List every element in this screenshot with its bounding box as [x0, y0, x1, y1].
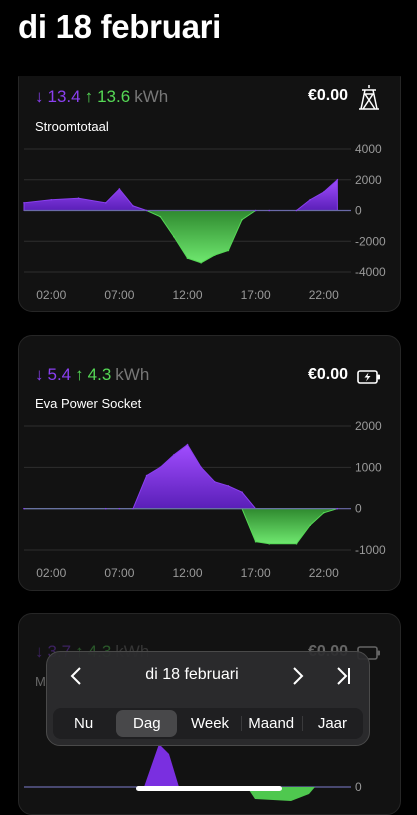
x-tick-label: 07:00 — [104, 566, 134, 580]
data-point — [309, 524, 311, 526]
data-point — [241, 491, 243, 493]
x-tick-label: 22:00 — [309, 566, 339, 580]
data-point — [145, 474, 148, 477]
jump-to-today-button[interactable] — [329, 652, 359, 700]
data-point — [254, 209, 257, 212]
data-point — [213, 481, 216, 483]
data-point — [132, 205, 134, 207]
y-tick-label: 0 — [355, 780, 362, 794]
segment-maand[interactable]: Maand — [240, 708, 302, 739]
data-point — [254, 540, 257, 543]
page-title: di 18 februari — [18, 8, 222, 45]
x-tick-label: 02:00 — [36, 288, 66, 302]
data-point — [322, 512, 325, 514]
skip-to-end-icon — [337, 667, 350, 685]
energy-card-total[interactable]: ↓ 13.4 ↑ 13.6 kWh €0.00 Stroomtotaal 400… — [18, 76, 401, 312]
data-point — [186, 443, 189, 446]
data-point — [173, 454, 175, 456]
chevron-right-icon — [293, 667, 304, 685]
segment-week[interactable]: Week — [179, 708, 240, 739]
data-point — [173, 235, 175, 238]
import-area — [144, 744, 179, 787]
x-tick-label: 12:00 — [172, 566, 202, 580]
picker-date-label[interactable]: di 18 februari — [107, 666, 277, 684]
y-tick-label: 1000 — [355, 460, 382, 474]
chevron-left-icon — [70, 667, 81, 685]
x-tick-label: 17:00 — [241, 566, 271, 580]
data-point — [336, 507, 339, 510]
data-point — [145, 209, 148, 212]
period-segmented-control: Nu Dag Week Maand Jaar — [53, 708, 363, 739]
data-point — [227, 485, 230, 487]
data-point — [186, 257, 189, 259]
data-point — [23, 507, 25, 510]
energy-chart: 4000 2000 0 -2000 -4000 02:00 07:00 12:00 17:00 2… — [23, 142, 386, 302]
data-point — [118, 507, 121, 510]
x-tick-label: 17:00 — [241, 288, 271, 302]
data-point — [295, 543, 298, 545]
data-point — [322, 191, 325, 193]
data-point — [336, 178, 339, 181]
x-tick-label: 12:00 — [172, 288, 202, 302]
y-tick-label: 2000 — [355, 419, 382, 433]
data-point — [77, 197, 80, 199]
data-point — [23, 202, 25, 204]
data-point — [50, 198, 53, 201]
data-point — [104, 202, 107, 204]
data-point — [200, 261, 202, 264]
y-tick-label: -4000 — [355, 265, 386, 279]
segment-nu[interactable]: Nu — [53, 708, 114, 739]
y-tick-label: 0 — [355, 204, 362, 218]
segment-jaar[interactable]: Jaar — [301, 708, 363, 739]
data-point — [268, 543, 271, 545]
next-day-button[interactable] — [283, 652, 313, 700]
data-point — [159, 215, 162, 218]
home-indicator — [136, 786, 282, 791]
data-point — [213, 254, 216, 256]
y-tick-label: -2000 — [355, 234, 386, 248]
data-point — [200, 466, 202, 469]
data-point — [104, 507, 107, 510]
data-point — [268, 209, 271, 212]
import-area — [24, 443, 338, 510]
data-point — [309, 198, 311, 201]
export-area — [24, 210, 338, 264]
data-point — [227, 249, 230, 252]
data-point — [241, 218, 243, 221]
x-tick-label: 07:00 — [104, 288, 134, 302]
y-tick-label: 2000 — [355, 173, 382, 187]
y-tick-label: 0 — [355, 502, 362, 516]
data-point — [295, 209, 298, 212]
x-tick-label: 02:00 — [36, 566, 66, 580]
date-picker: di 18 februari Nu Dag Week Maand Jaar — [46, 651, 370, 746]
energy-chart: 2000 1000 0 -1000 02:00 07:00 12:00 17:00 22:00 — [23, 419, 386, 580]
y-tick-label: -1000 — [355, 543, 386, 557]
data-point — [118, 188, 121, 190]
segment-dag[interactable]: Dag — [116, 710, 178, 737]
data-point — [159, 466, 162, 469]
data-point — [132, 507, 134, 510]
energy-card-eva[interactable]: ↓ 5.4 ↑ 4.3 kWh €0.00 Eva Power Socket 2… — [18, 335, 401, 591]
import-area — [23, 178, 338, 211]
x-tick-label: 22:00 — [309, 288, 339, 302]
y-tick-label: 4000 — [355, 142, 382, 156]
previous-day-button[interactable] — [61, 652, 91, 700]
export-area — [24, 508, 338, 545]
